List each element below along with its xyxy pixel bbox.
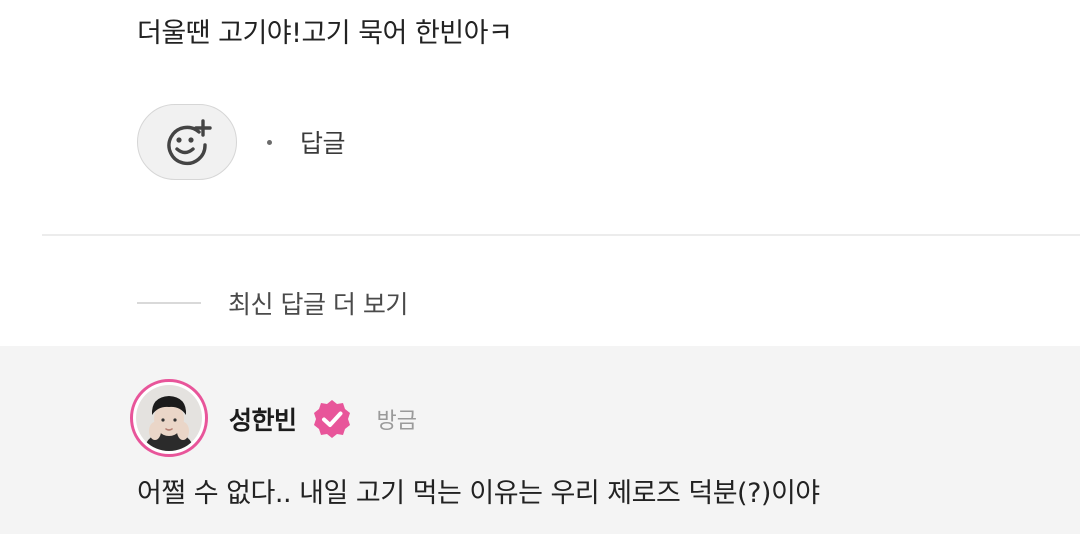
comment-text: 더울땐 고기야!고기 묵어 한빈아ㅋ — [137, 18, 513, 49]
more-replies-line — [137, 302, 201, 304]
reply-button[interactable]: 답글 — [300, 124, 346, 160]
separator-dot — [267, 139, 272, 145]
reply-author: 성한빈 방금 — [229, 398, 417, 440]
author-name[interactable]: 성한빈 — [229, 401, 297, 437]
more-replies-button[interactable]: 최신 답글 더 보기 — [137, 281, 408, 325]
more-replies-label: 최신 답글 더 보기 — [228, 290, 408, 319]
avatar-image — [136, 385, 202, 451]
timestamp: 방금 — [376, 409, 417, 434]
divider — [42, 234, 1080, 236]
comment-actions: 답글 — [137, 103, 346, 181]
avatar[interactable] — [130, 379, 208, 457]
reply-text: 어쩔 수 없다.. 내일 고기 먹는 이유는 우리 제로즈 덕분(?)이야 — [137, 478, 820, 509]
smiley-add-icon — [167, 119, 212, 166]
add-reaction-button[interactable] — [137, 104, 237, 180]
verified-badge-icon — [313, 400, 350, 438]
